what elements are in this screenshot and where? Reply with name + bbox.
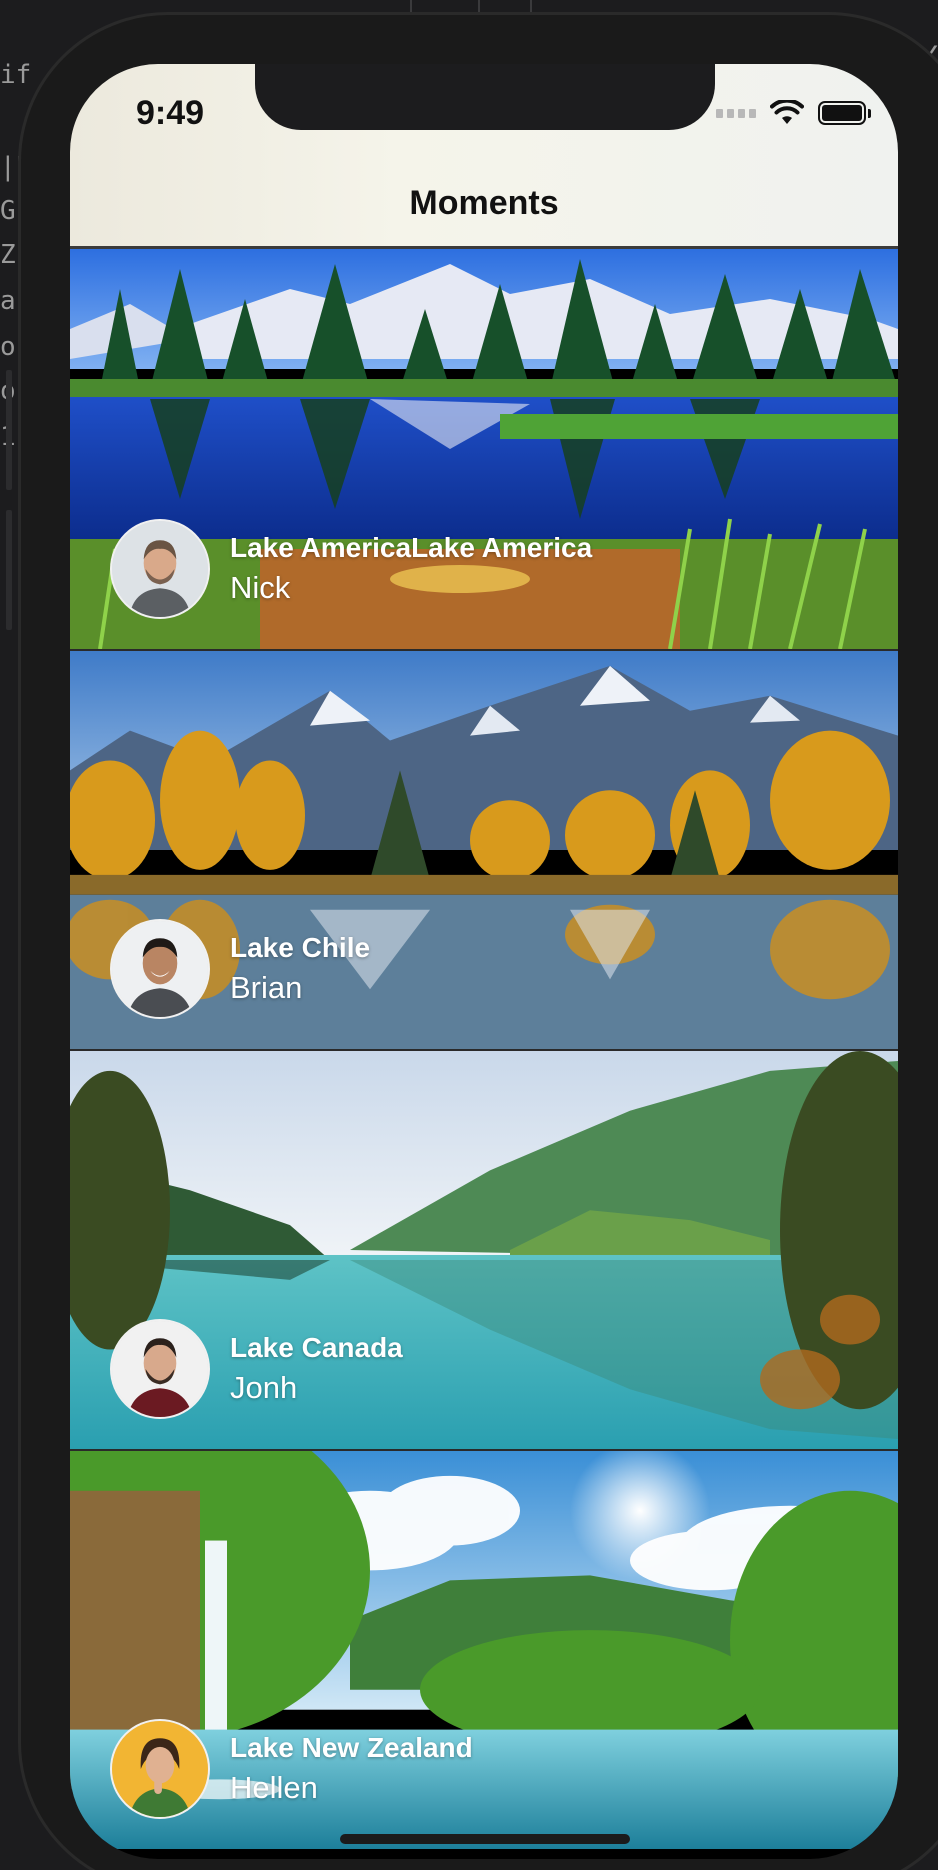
person-name: Hellen [230,1770,318,1805]
moment-card[interactable]: Lake Chile Brian [70,649,898,1049]
man-portrait-icon [112,1321,208,1417]
moment-card[interactable]: Lake AmericaLake America Nick [70,249,898,649]
avatar[interactable] [110,1719,210,1819]
status-time: 9:49 [136,94,205,132]
editor-rail [6,370,12,490]
place-name: Lake New Zealand [230,1732,473,1763]
status-icons [716,100,871,126]
man-portrait-icon [112,521,208,617]
man-portrait-icon [112,921,208,1017]
moments-list[interactable]: Lake AmericaLake America Nick Lake Chile… [70,249,898,1849]
ruler-tick [410,0,412,12]
code-fragment: if [0,60,32,90]
wifi-icon [770,100,804,124]
person-name: Jonh [230,1370,298,1405]
code-fragment: Z [0,240,16,270]
place-name: Lake Canada [230,1332,403,1363]
place-name: Lake AmericaLake America [230,532,593,563]
cellular-signal-icon [716,108,756,118]
avatar[interactable] [110,1319,210,1419]
navigation-bar: 9:49 Moments [70,64,898,249]
phone-screen: 9:49 Moments Lake AmericaLake America Ni… [70,64,898,1859]
avatar[interactable] [110,919,210,1019]
ruler-tick [478,0,480,12]
moment-card[interactable]: Lake Canada Jonh [70,1049,898,1449]
person-name: Nick [230,570,291,605]
editor-rail [6,510,12,630]
moment-overlay: Lake AmericaLake America Nick [110,519,592,619]
place-name: Lake Chile [230,932,371,963]
moment-card[interactable]: Lake New Zealand Hellen [70,1449,898,1849]
code-fragment: G [0,196,16,226]
avatar[interactable] [110,519,210,619]
moment-overlay: Lake Canada Jonh [110,1319,403,1419]
person-name: Brian [230,970,303,1005]
battery-icon [818,101,871,125]
page-title: Moments [409,184,559,222]
code-fragment: o [0,332,16,362]
code-fragment: a [0,286,16,316]
woman-portrait-icon [112,1721,208,1817]
home-indicator[interactable] [340,1834,630,1844]
device-notch [255,64,715,130]
moment-overlay: Lake Chile Brian [110,919,370,1019]
moment-overlay: Lake New Zealand Hellen [110,1719,473,1819]
ruler-tick [530,0,532,12]
